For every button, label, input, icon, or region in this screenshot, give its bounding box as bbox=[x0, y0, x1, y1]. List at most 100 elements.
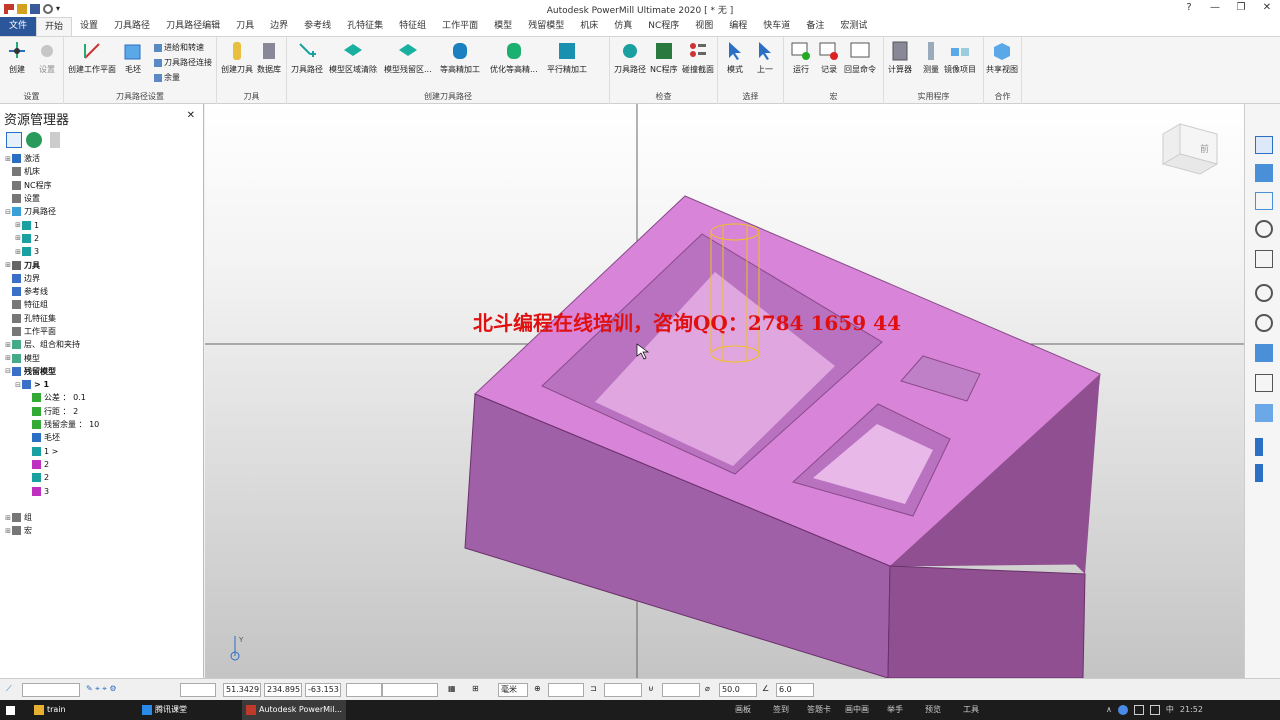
toolpath-connections-button[interactable]: 刀具路径连接 bbox=[154, 57, 212, 68]
ribbon-tab[interactable]: 参考线 bbox=[296, 17, 339, 36]
tree-item[interactable]: ⊟ > 1 bbox=[0, 378, 203, 391]
stepover-field[interactable]: 6.0 bbox=[776, 683, 814, 697]
tree-expander-icon[interactable]: ⊞ bbox=[4, 354, 12, 362]
verify-toolpath-button[interactable]: 刀具路径 bbox=[614, 40, 646, 75]
ribbon-tab[interactable]: 机床 bbox=[572, 17, 606, 36]
taskbar-item-classroom[interactable]: 腾讯课堂 bbox=[138, 700, 238, 720]
ribbon-tab[interactable]: 刀具 bbox=[228, 17, 262, 36]
ribbon-tab[interactable]: 残留模型 bbox=[520, 17, 572, 36]
optimized-constant-z-button[interactable]: 优化等高精... bbox=[490, 40, 538, 75]
ribbon-tab[interactable]: 特征组 bbox=[391, 17, 434, 36]
tray-answer[interactable]: 答题卡 bbox=[800, 700, 838, 720]
create-button[interactable]: 创建 bbox=[6, 40, 28, 75]
network-icon[interactable] bbox=[1133, 705, 1144, 715]
tree-item[interactable]: ⊞ 组 bbox=[0, 511, 203, 524]
tree-item[interactable]: 1 > bbox=[0, 445, 203, 458]
tree-expander-icon[interactable]: ⊞ bbox=[4, 527, 12, 535]
tree-item[interactable]: ⊞ 刀具 bbox=[0, 258, 203, 271]
tree-expander-icon[interactable]: ⊞ bbox=[14, 221, 22, 229]
stock-status-icon[interactable]: ▦ bbox=[446, 683, 462, 697]
ribbon-tab[interactable]: 视图 bbox=[687, 17, 721, 36]
tray-raise-hand[interactable]: 举手 bbox=[876, 700, 914, 720]
tree-item[interactable]: ⊞ 模型 bbox=[0, 351, 203, 364]
verify-nc-button[interactable]: NC程序 bbox=[650, 40, 678, 75]
measure-button[interactable]: 测量 bbox=[920, 40, 942, 75]
close-button[interactable]: ✕ bbox=[1254, 0, 1280, 16]
tree-item[interactable]: 特征组 bbox=[0, 298, 203, 311]
macro-record-button[interactable]: 记录 bbox=[818, 40, 840, 75]
tray-draw[interactable]: 画板 bbox=[724, 700, 762, 720]
ribbon-tab[interactable]: 快车道 bbox=[755, 17, 798, 36]
view-cube[interactable]: 前 bbox=[1161, 123, 1219, 175]
tree-expander-icon[interactable]: ⊟ bbox=[4, 367, 12, 375]
tool-field[interactable] bbox=[662, 683, 700, 697]
explorer-close-icon[interactable]: ✕ bbox=[187, 110, 195, 121]
tree-expander-icon[interactable]: ⊞ bbox=[4, 341, 12, 349]
ribbon-tab[interactable]: 刀具路径 bbox=[106, 17, 158, 36]
raster-finishing-button[interactable]: 平行精加工 bbox=[547, 40, 587, 75]
tool-database-button[interactable]: 数据库 bbox=[257, 40, 281, 75]
zoom-box-icon[interactable] bbox=[1255, 284, 1273, 302]
graphics-viewport[interactable]: 前 Y 北斗编程在线培训，咨询QQ：2784 1659 44 bbox=[205, 104, 1244, 679]
ribbon-tab[interactable]: 仿真 bbox=[606, 17, 640, 36]
deselect-cursor-icon[interactable] bbox=[1255, 464, 1273, 482]
tree-item[interactable]: NC程序 bbox=[0, 179, 203, 192]
tree-item[interactable]: 机床 bbox=[0, 165, 203, 178]
tree-item[interactable]: 参考线 bbox=[0, 285, 203, 298]
refresh-view-icon[interactable] bbox=[1255, 250, 1273, 268]
ribbon-tab[interactable]: 工作平面 bbox=[434, 17, 486, 36]
start-button[interactable] bbox=[6, 700, 15, 720]
tree-item[interactable]: ⊞ 1 bbox=[0, 218, 203, 231]
tray-tools[interactable]: 工具 bbox=[952, 700, 990, 720]
ribbon-tab[interactable]: 设置 bbox=[72, 17, 106, 36]
clock[interactable]: 21:52 bbox=[1180, 700, 1203, 720]
ribbon-tab[interactable]: 孔特征集 bbox=[339, 17, 391, 36]
calculator-button[interactable]: 计算器 bbox=[888, 40, 912, 75]
tree-item[interactable]: 边界 bbox=[0, 272, 203, 285]
tree-item[interactable]: 2 bbox=[0, 458, 203, 471]
view-tree-icon[interactable] bbox=[1255, 136, 1273, 154]
shaded-icon[interactable] bbox=[1255, 344, 1273, 362]
workplane-status-icon[interactable]: ⟋ bbox=[4, 683, 20, 697]
ribbon-tab[interactable]: 刀具路径编辑 bbox=[158, 17, 228, 36]
file-menu-tab[interactable]: 文件 bbox=[0, 17, 37, 36]
volume-icon[interactable] bbox=[1149, 705, 1160, 715]
select-previous-button[interactable]: 上一 bbox=[754, 40, 776, 75]
tray-signin[interactable]: 签到 bbox=[762, 700, 800, 720]
tree-expander-icon[interactable]: ⊞ bbox=[4, 514, 12, 522]
tray-pip[interactable]: 画中画 bbox=[838, 700, 876, 720]
tolerance-field[interactable]: 50.0 bbox=[719, 683, 757, 697]
select-cursor-icon[interactable] bbox=[1255, 438, 1273, 456]
tree-item[interactable]: ⊟ 残留模型 bbox=[0, 365, 203, 378]
snap-icons[interactable]: ✎ ⌖ ⌖ ⚙ bbox=[84, 683, 154, 697]
constant-z-finishing-button[interactable]: 等高精加工 bbox=[440, 40, 480, 75]
tree-item[interactable]: ⊞ 激活 bbox=[0, 152, 203, 165]
zoom-icon[interactable] bbox=[1255, 220, 1273, 238]
stock-button[interactable]: 毛坯 bbox=[122, 40, 144, 75]
ribbon-tab[interactable]: NC程序 bbox=[640, 17, 687, 36]
delete-icon[interactable] bbox=[50, 132, 60, 148]
tree-item[interactable]: 工作平面 bbox=[0, 325, 203, 338]
create-workplane-button[interactable]: 创建工作平面 bbox=[68, 40, 116, 75]
tree-item[interactable]: 2 bbox=[0, 471, 203, 484]
tree-item[interactable]: ⊞ 2 bbox=[0, 232, 203, 245]
wireframe-icon[interactable] bbox=[1255, 374, 1273, 392]
mirror-project-button[interactable]: 镜像项目 bbox=[944, 40, 976, 75]
tray-app-icon[interactable] bbox=[1117, 705, 1128, 715]
undo-icon[interactable] bbox=[43, 4, 53, 14]
macro-run-button[interactable]: 运行 bbox=[790, 40, 812, 75]
unit-field[interactable]: 毫米 bbox=[498, 683, 528, 697]
tree-item[interactable]: 残留余量 ： 10 bbox=[0, 418, 203, 431]
tree-view-icon[interactable] bbox=[6, 132, 22, 148]
customize-icon[interactable]: ▾ bbox=[56, 4, 66, 14]
tree-item[interactable]: ⊞ 3 bbox=[0, 245, 203, 258]
view-cube-icon[interactable] bbox=[1255, 192, 1273, 210]
tree-expander-icon[interactable]: ⊞ bbox=[4, 155, 12, 163]
model-area-clearance-button[interactable]: 模型区域清除 bbox=[329, 40, 377, 75]
tree-item[interactable]: 孔特征集 bbox=[0, 312, 203, 325]
tree-expander-icon[interactable]: ⊞ bbox=[4, 261, 12, 269]
select-mode-button[interactable]: 模式 bbox=[724, 40, 746, 75]
model-rest-clearance-button[interactable]: 模型残留区... bbox=[384, 40, 432, 75]
restore-button[interactable]: ❐ bbox=[1228, 0, 1254, 16]
tree-item[interactable]: ⊞ 宏 bbox=[0, 524, 203, 537]
